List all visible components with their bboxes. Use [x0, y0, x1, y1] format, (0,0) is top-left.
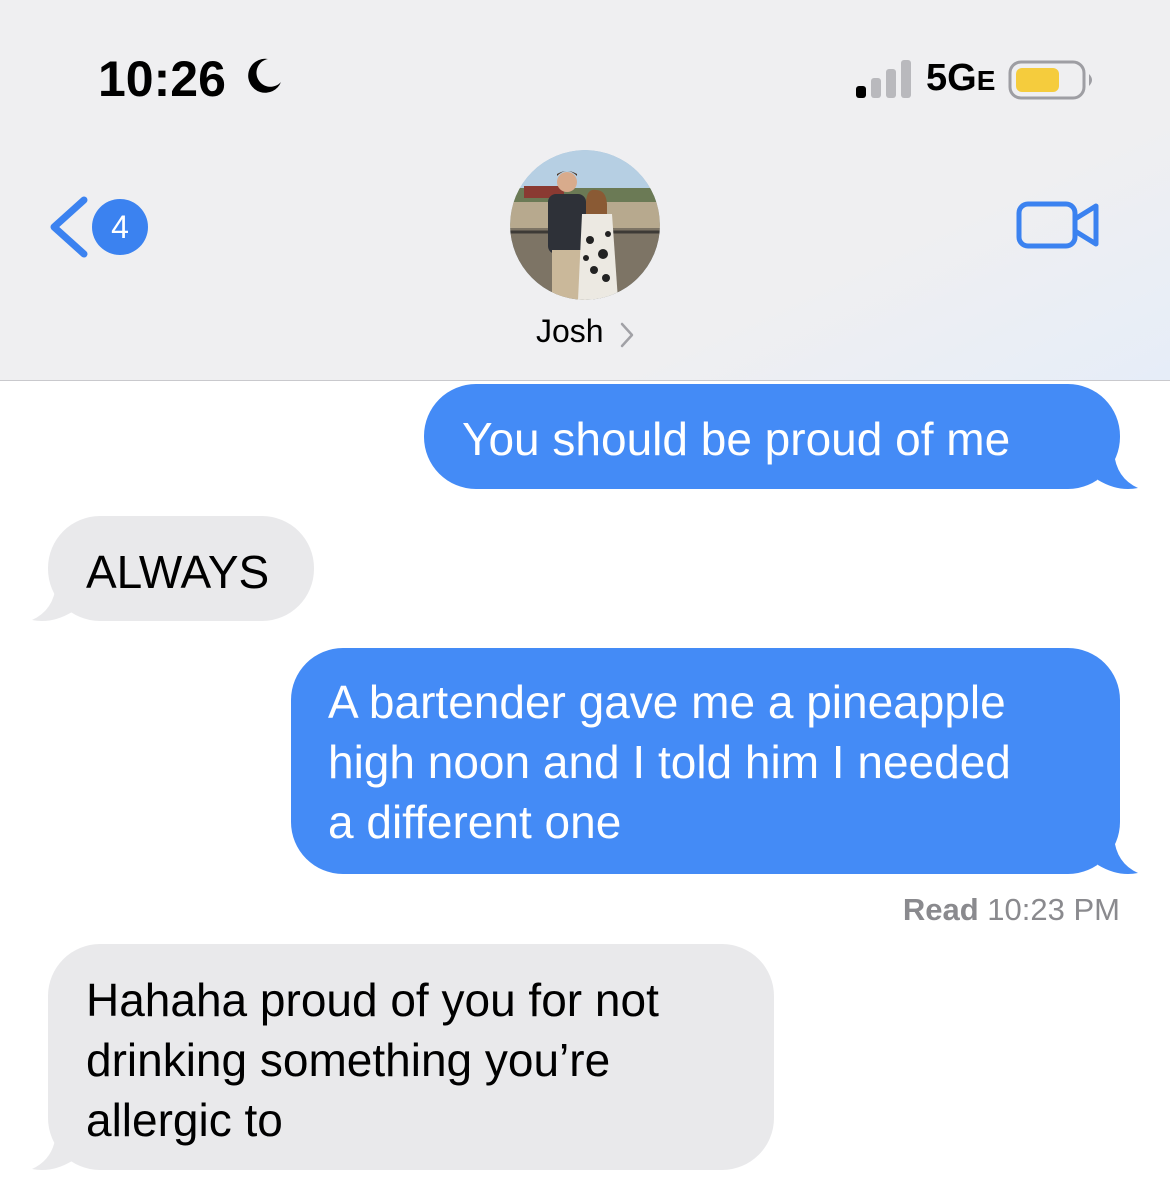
network-label: 5G	[926, 57, 977, 99]
read-time: 10:23 PM	[987, 892, 1120, 927]
message-bubble-sent[interactable]: A bartender gave me a pineapple high noo…	[291, 648, 1120, 874]
moon-icon	[248, 58, 281, 93]
message-line: drinking something you’re	[86, 1034, 611, 1086]
status-time: 10:26	[98, 51, 226, 107]
unread-count-badge[interactable]: 4	[92, 199, 148, 255]
message-line: A bartender gave me a pineapple	[328, 676, 1006, 728]
back-chevron-icon[interactable]	[46, 196, 90, 258]
bubble-tail	[1098, 452, 1138, 489]
message-line: a different one	[328, 796, 622, 848]
network-type: 5GE	[926, 57, 995, 100]
contact-avatar[interactable]	[510, 150, 660, 300]
conversation-header: 10:26 5GE 4 Josh	[0, 0, 1170, 381]
chevron-right-icon[interactable]	[620, 322, 634, 348]
message-bubble-received[interactable]: ALWAYS	[48, 516, 314, 621]
bubble-tail	[1098, 837, 1138, 874]
message-bubble-received[interactable]: Hahaha proud of you for not drinking som…	[48, 944, 774, 1170]
video-camera-icon[interactable]	[1016, 198, 1100, 252]
network-suffix: E	[976, 65, 996, 96]
read-receipt: Read 10:23 PM	[903, 892, 1120, 928]
contact-name[interactable]: Josh	[536, 313, 604, 350]
read-label: Read	[902, 892, 979, 927]
bubble-tail	[32, 1133, 72, 1170]
cellular-signal-icon	[856, 60, 911, 98]
bubble-tail	[32, 584, 72, 621]
message-bubble-sent[interactable]: You should be proud of me	[424, 384, 1120, 489]
message-line: ALWAYS	[86, 546, 270, 598]
battery-icon	[1008, 60, 1092, 100]
message-line: Hahaha proud of you for not	[86, 974, 659, 1026]
message-line: allergic to	[86, 1094, 283, 1146]
messages-screen: 10:26 5GE 4 Josh You should be proud of …	[0, 0, 1170, 1191]
message-line: You should be proud of me	[462, 413, 1011, 465]
message-line: high noon and I told him I needed	[328, 736, 1011, 788]
